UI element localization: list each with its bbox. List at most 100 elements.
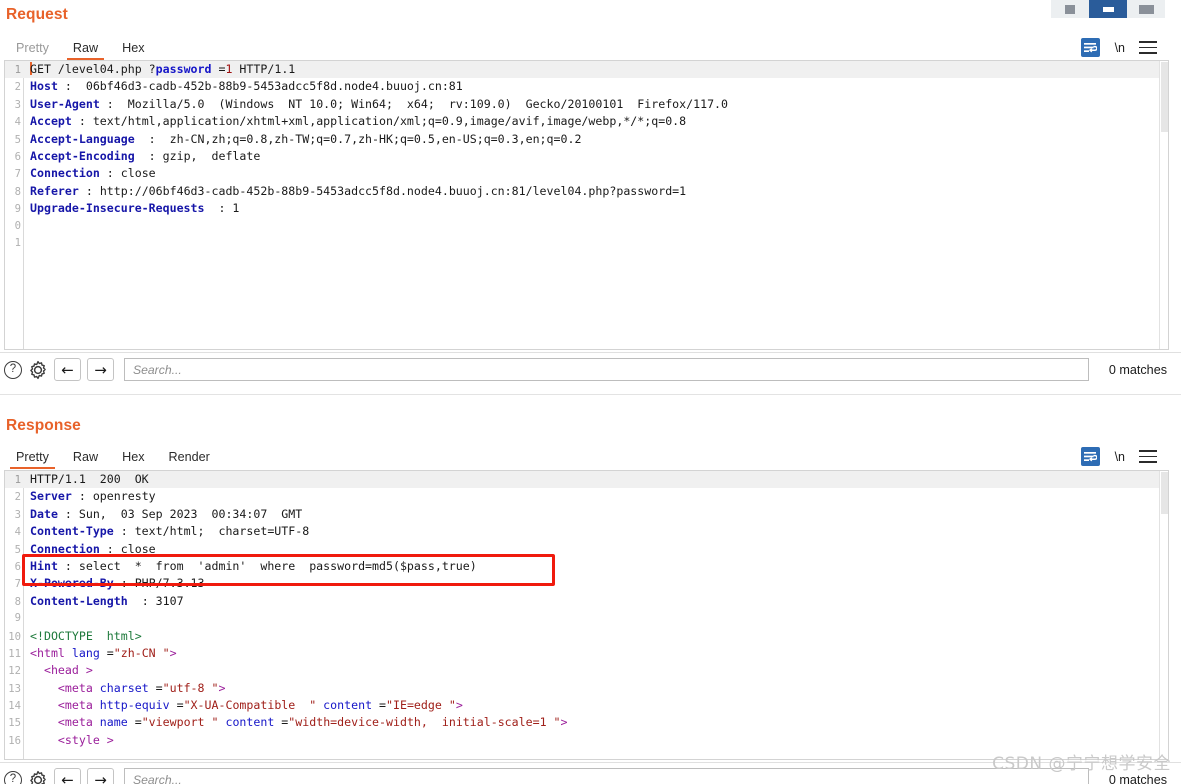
- tab-response-pretty[interactable]: Pretty: [4, 447, 61, 469]
- tab-request-pretty[interactable]: Pretty: [4, 38, 61, 60]
- code-line: 4 Accept : text/html,application/xhtml+xm…: [5, 113, 1168, 130]
- line-number: 2: [14, 491, 21, 504]
- code-line: 16 <style >: [5, 732, 1168, 749]
- response-tab-tools: \n: [1080, 446, 1157, 467]
- line-number: 7: [14, 168, 21, 181]
- line-text: User-Agent : Mozilla/5.0 (Windows NT 10.…: [30, 96, 729, 111]
- code-line: 13 <meta charset ="utf-8 ">: [5, 680, 1168, 697]
- csdn-watermark: CSDN @宁宁想学安全: [992, 754, 1171, 774]
- line-text: Accept : text/html,application/xhtml+xml…: [30, 114, 687, 129]
- search-next-button[interactable]: →: [87, 768, 114, 784]
- line-number: 5: [14, 543, 21, 556]
- request-search-input[interactable]: Search...: [124, 358, 1089, 381]
- search-prev-button[interactable]: ←: [54, 358, 81, 381]
- line-text: X-Powered-By : PHP/7.3.13: [30, 576, 205, 591]
- code-line: 9: [5, 610, 1168, 627]
- response-tabs: Pretty Raw Hex Render \n: [4, 442, 1169, 469]
- code-line: 1: [5, 235, 1168, 252]
- request-tabs: Pretty Raw Hex \n: [4, 33, 1169, 60]
- line-text: Content-Type : text/html; charset=UTF-8: [30, 524, 310, 539]
- response-menu-button[interactable]: [1139, 450, 1157, 463]
- response-editor[interactable]: 1 HTTP/1.1 200 OK 2 Server : openresty 3 Date…: [4, 470, 1169, 760]
- tab-response-raw[interactable]: Raw: [61, 447, 110, 469]
- code-line: 15 <meta name ="viewport " content ="wid…: [5, 714, 1168, 731]
- response-vertical-scrollbar[interactable]: [1159, 471, 1168, 759]
- pane-divider: [0, 394, 1181, 395]
- line-text: <!DOCTYPE html>: [30, 628, 142, 643]
- line-number: 15: [8, 717, 21, 730]
- line-text: Date : Sun, 03 Sep 2023 00:34:07 GMT: [30, 506, 303, 521]
- line-number: 13: [8, 682, 21, 695]
- line-number: 7: [14, 578, 21, 591]
- response-search-input[interactable]: Search...: [124, 768, 1089, 784]
- line-text: Connection : close: [30, 541, 156, 556]
- request-newline-toggle[interactable]: \n: [1115, 41, 1125, 55]
- line-text: <meta charset ="utf-8 ">: [30, 680, 226, 695]
- line-number: 12: [8, 665, 21, 678]
- response-lines: 1 HTTP/1.1 200 OK 2 Server : openresty 3 Date…: [5, 471, 1168, 749]
- request-scroll-thumb[interactable]: [1161, 62, 1168, 132]
- code-line: 1 HTTP/1.1 200 OK: [5, 471, 1168, 489]
- line-text: Accept-Encoding : gzip, deflate: [30, 148, 261, 163]
- line-text: <html lang ="zh-CN ">: [30, 645, 177, 660]
- response-newline-toggle[interactable]: \n: [1115, 450, 1125, 464]
- line-text: <meta http-equiv ="X-UA-Compatible " con…: [30, 698, 463, 713]
- window-controls: [1051, 0, 1165, 18]
- code-line: 2 Server : openresty: [5, 488, 1168, 505]
- search-next-button[interactable]: →: [87, 358, 114, 381]
- response-scroll-thumb[interactable]: [1161, 472, 1168, 514]
- request-menu-button[interactable]: [1139, 41, 1157, 54]
- line-text: HTTP/1.1 200 OK: [30, 472, 149, 486]
- line-text: Host : 06bf46d3-cadb-452b-88b9-5453adcc5…: [30, 79, 463, 94]
- response-pane: Response Pretty Raw Hex Render \n 1 HTTP…: [0, 396, 1181, 784]
- line-number: 2: [14, 81, 21, 94]
- line-number: 0: [14, 219, 21, 232]
- request-lines: 1 GET /level04.php ?password =1 HTTP/1.1 2…: [5, 61, 1168, 252]
- request-tab-tools: \n: [1080, 37, 1157, 58]
- code-line: 1 GET /level04.php ?password =1 HTTP/1.1: [5, 61, 1168, 79]
- search-prev-button[interactable]: ←: [54, 768, 81, 784]
- help-icon[interactable]: ?: [4, 360, 22, 379]
- code-line: 5 Connection : close: [5, 541, 1168, 558]
- tab-response-hex[interactable]: Hex: [110, 447, 156, 469]
- code-line: 2 Host : 06bf46d3-cadb-452b-88b9-5453adcc…: [5, 78, 1168, 95]
- line-number: 3: [14, 508, 21, 521]
- line-text: Content-Length : 3107: [30, 593, 184, 608]
- line-text: <meta name ="viewport " content ="width=…: [30, 715, 568, 730]
- window-minimize-button[interactable]: [1051, 0, 1089, 18]
- response-pane-title: Response: [6, 417, 81, 434]
- help-icon[interactable]: ?: [4, 770, 22, 784]
- code-line: 7 X-Powered-By : PHP/7.3.13: [5, 575, 1168, 592]
- request-word-wrap-button[interactable]: [1080, 37, 1101, 58]
- word-wrap-icon: [1080, 447, 1100, 466]
- hamburger-menu-icon: [1139, 41, 1157, 43]
- line-text: GET /level04.php ?password =1 HTTP/1.1: [30, 62, 296, 76]
- line-number: 3: [14, 98, 21, 111]
- line-number: 9: [14, 203, 21, 216]
- tab-request-raw[interactable]: Raw: [61, 38, 110, 60]
- hamburger-menu-icon: [1139, 450, 1157, 452]
- tab-request-hex[interactable]: Hex: [110, 38, 156, 60]
- response-word-wrap-button[interactable]: [1080, 446, 1101, 467]
- window-restore-button[interactable]: [1089, 0, 1127, 18]
- line-number: 8: [14, 595, 21, 608]
- request-editor[interactable]: 1 GET /level04.php ?password =1 HTTP/1.1 2…: [4, 60, 1169, 350]
- tab-response-render[interactable]: Render: [157, 447, 222, 469]
- code-line: 3 Date : Sun, 03 Sep 2023 00:34:07 GMT: [5, 506, 1168, 523]
- line-text: Accept-Language : zh-CN,zh;q=0.8,zh-TW;q…: [30, 131, 582, 146]
- response-match-count: 0 matches: [1108, 772, 1167, 784]
- minimize-icon: [1062, 4, 1078, 14]
- code-line: 4 Content-Type : text/html; charset=UTF-8: [5, 523, 1168, 540]
- request-match-count: 0 matches: [1108, 362, 1167, 377]
- restore-icon: [1100, 4, 1116, 14]
- line-number: 14: [8, 700, 21, 713]
- code-line: 8 Referer : http://06bf46d3-cadb-452b-88b…: [5, 183, 1168, 200]
- gear-icon[interactable]: [28, 360, 48, 380]
- code-line: 11 <html lang ="zh-CN ">: [5, 645, 1168, 662]
- request-search-bar: ? ← → Search... 0 matches: [0, 352, 1181, 386]
- code-line: 5 Accept-Language : zh-CN,zh;q=0.8,zh-TW;…: [5, 131, 1168, 148]
- window-close-button[interactable]: [1127, 0, 1165, 18]
- burp-suite-repeater-window: Request Pretty Raw Hex \n 1 GET /level04…: [0, 0, 1181, 784]
- gear-icon[interactable]: [28, 770, 48, 784]
- request-vertical-scrollbar[interactable]: [1159, 61, 1168, 349]
